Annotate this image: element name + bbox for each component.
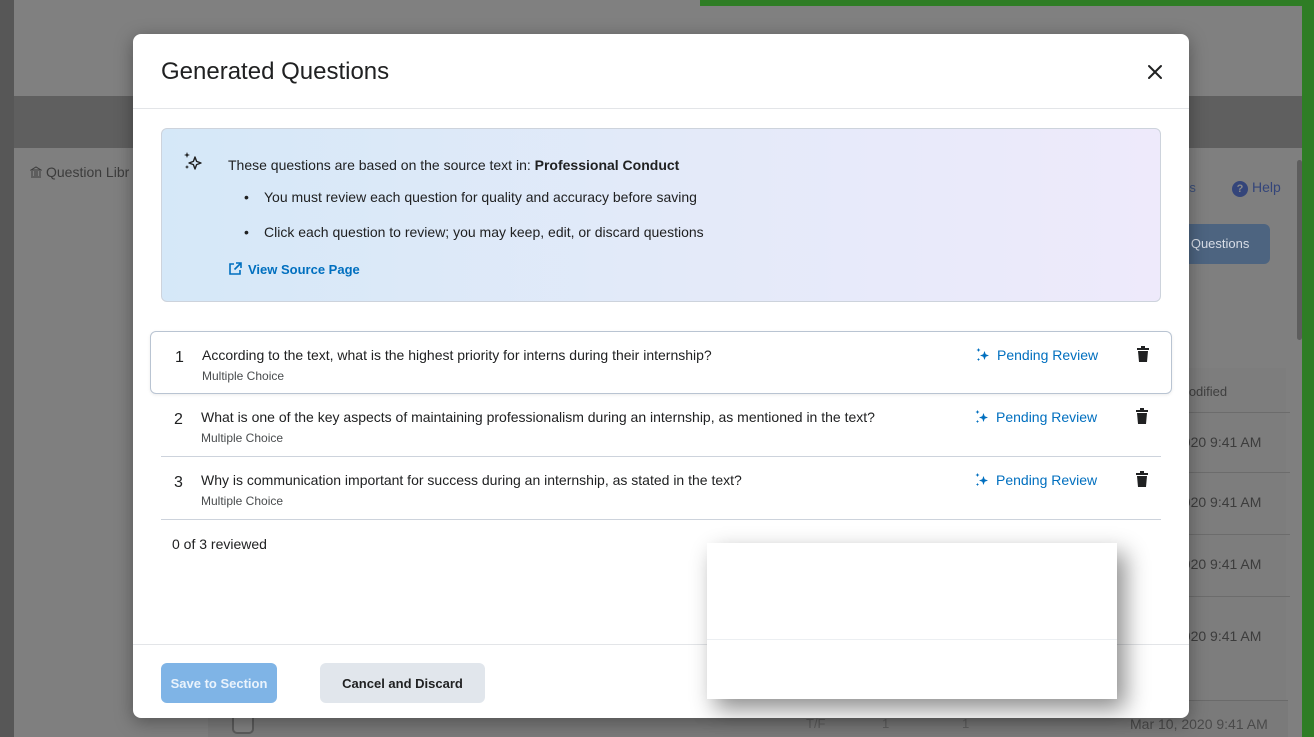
status-label: Pending Review — [996, 472, 1098, 488]
question-text[interactable]: What is one of the key aspects of mainta… — [201, 409, 875, 425]
help-icon: ? — [1232, 181, 1248, 197]
question-row[interactable]: 1 According to the text, what is the hig… — [150, 331, 1172, 394]
external-link-icon — [229, 262, 242, 275]
view-source-page-link[interactable]: View Source Page — [228, 262, 360, 277]
question-type: Multiple Choice — [201, 431, 284, 445]
instruction-item: You must review each question for qualit… — [244, 189, 704, 224]
save-to-section-button[interactable]: Save to Section — [161, 663, 277, 703]
row-divider — [1172, 596, 1290, 597]
source-info-lead: These questions are based on the source … — [228, 157, 535, 173]
trash-icon[interactable] — [1135, 471, 1149, 487]
library-icon — [30, 166, 42, 178]
row-count-cell: 1 — [962, 716, 970, 731]
row-divider — [1172, 472, 1290, 473]
row-divider — [1172, 412, 1290, 413]
sparkle-icon — [975, 473, 988, 486]
background-table — [1172, 368, 1286, 737]
source-info-text: These questions are based on the source … — [228, 157, 679, 173]
source-info-panel: These questions are based on the source … — [161, 128, 1161, 302]
trash-icon[interactable] — [1135, 408, 1149, 424]
question-text[interactable]: Why is communication important for succe… — [201, 472, 742, 488]
source-name: Professional Conduct — [534, 157, 680, 173]
pending-review-status[interactable]: Pending Review — [974, 472, 1097, 488]
row-date: Mar 10, 2020 9:41 AM — [1130, 716, 1268, 732]
dialog-header: Generated Questions — [133, 34, 1189, 109]
cancel-and-discard-button[interactable]: Cancel and Discard — [320, 663, 485, 703]
question-text[interactable]: According to the text, what is the highe… — [202, 347, 712, 363]
help-label: Help — [1252, 179, 1281, 195]
sparkle-icon — [184, 152, 202, 170]
trash-icon[interactable] — [1136, 346, 1150, 362]
sparkle-icon — [976, 348, 989, 361]
instruction-item: Click each question to review; you may k… — [244, 224, 704, 259]
question-library-link[interactable]: Question Libr — [30, 164, 129, 180]
row-type-cell: T/F — [806, 716, 826, 731]
question-number: 2 — [174, 411, 183, 428]
status-label: Pending Review — [997, 347, 1099, 363]
pending-review-status[interactable]: Pending Review — [975, 347, 1098, 363]
question-type: Multiple Choice — [202, 369, 285, 383]
dialog-title: Generated Questions — [161, 58, 390, 85]
question-list: 1 According to the text, what is the hig… — [150, 331, 1172, 520]
help-link[interactable]: ? Help — [1232, 179, 1281, 197]
row-points-cell: 1 — [882, 716, 890, 731]
popup-divider — [707, 639, 1117, 640]
view-source-label: View Source Page — [248, 262, 360, 277]
row-divider — [1172, 534, 1290, 535]
review-progress-text: 0 of 3 reviewed — [172, 536, 267, 552]
question-type: Multiple Choice — [201, 494, 284, 508]
question-number: 1 — [175, 349, 184, 366]
instructions-list: You must review each question for qualit… — [244, 189, 704, 259]
close-button[interactable] — [1143, 60, 1167, 84]
question-row[interactable]: 2 What is one of the key aspects of main… — [161, 394, 1161, 457]
sparkle-icon — [975, 410, 988, 423]
blank-popup-overlay — [707, 543, 1117, 699]
question-number: 3 — [174, 474, 183, 491]
question-row[interactable]: 3 Why is communication important for suc… — [161, 457, 1161, 520]
desktop-background — [700, 0, 1314, 6]
pending-review-status[interactable]: Pending Review — [974, 409, 1097, 425]
close-icon — [1148, 65, 1162, 79]
question-library-label: Question Libr — [46, 164, 130, 180]
status-label: Pending Review — [996, 409, 1098, 425]
desktop-background-edge — [1302, 0, 1314, 737]
